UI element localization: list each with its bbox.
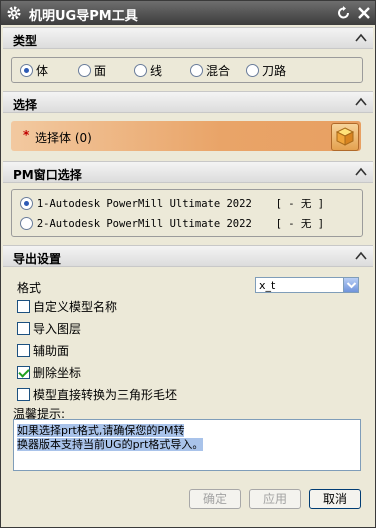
type-section-header[interactable]: 类型 (3, 27, 373, 49)
type-option-face[interactable]: 面 (78, 62, 106, 78)
pm-window-status: [ - 无 ] (275, 198, 325, 210)
window-title: 机明UG导PM工具 (29, 9, 138, 24)
type-radio-group: 体 面 线 混合 刀路 (11, 57, 363, 83)
pm-window-status: [ - 无 ] (275, 218, 325, 230)
pm-window-radio[interactable] (20, 197, 33, 210)
option-label: 辅助面 (33, 344, 70, 358)
radio-face[interactable] (78, 64, 91, 77)
export-section-header[interactable]: 导出设置 (3, 245, 373, 267)
title-bar[interactable]: 机明UG导PM工具 (1, 1, 375, 25)
gear-icon[interactable] (5, 4, 23, 22)
apply-button[interactable]: 应用 (249, 489, 301, 509)
select-object-button[interactable] (331, 123, 359, 151)
export-section-title: 导出设置 (13, 252, 62, 266)
format-label: 格式 (17, 281, 42, 295)
checkbox[interactable] (17, 388, 30, 401)
chevron-up-icon[interactable] (353, 94, 369, 110)
pm-window-name: 1-Autodesk PowerMill Ultimate 2022 (36, 198, 252, 210)
format-select[interactable]: x_t (255, 277, 359, 293)
option-custom-model-name[interactable]: 自定义模型名称 (17, 298, 117, 316)
reset-icon[interactable] (335, 4, 353, 22)
cancel-button[interactable]: 取消 (309, 489, 361, 509)
checkbox[interactable] (17, 322, 30, 335)
option-convert-to-triangle-blank[interactable]: 模型直接转换为三角形毛坯 (17, 386, 177, 404)
required-mark: * (23, 128, 30, 142)
chevron-up-icon[interactable] (353, 248, 369, 264)
format-value: x_t (259, 279, 276, 292)
type-option-label: 面 (94, 64, 107, 78)
chevron-up-icon[interactable] (353, 164, 369, 180)
select-section-header[interactable]: 选择 (3, 91, 373, 113)
cube-icon (332, 127, 358, 153)
type-section-title: 类型 (13, 34, 38, 48)
checkbox[interactable] (17, 300, 30, 313)
radio-body[interactable] (20, 64, 33, 77)
option-label: 导入图层 (33, 322, 82, 336)
option-label: 删除坐标 (33, 366, 82, 380)
pm-window-list: 1-Autodesk PowerMill Ultimate 2022 [ - 无… (11, 189, 363, 237)
hint-line: 换器版本支持当前UG的prt格式导入。 (17, 438, 204, 451)
pm-window-name: 2-Autodesk PowerMill Ultimate 2022 (36, 218, 252, 230)
dialog-window: 机明UG导PM工具 类型 体 面 线 混合 刀路 选择 * 选择体 (0) PM… (0, 0, 376, 528)
radio-toolpath[interactable] (246, 64, 259, 77)
type-option-label: 线 (150, 64, 163, 78)
checkbox[interactable] (17, 344, 30, 357)
option-label: 模型直接转换为三角形毛坯 (33, 388, 178, 402)
option-auxiliary-faces[interactable]: 辅助面 (17, 342, 69, 360)
checkbox[interactable] (17, 366, 30, 379)
select-body-label: 选择体 (0) (35, 131, 92, 145)
pm-window-item[interactable]: 1-Autodesk PowerMill Ultimate 2022 [ - 无… (20, 196, 324, 212)
option-label: 自定义模型名称 (33, 300, 118, 314)
pm-window-radio[interactable] (20, 217, 33, 230)
type-option-body[interactable]: 体 (20, 62, 48, 78)
chevron-up-icon[interactable] (353, 30, 369, 46)
type-option-label: 体 (36, 64, 49, 78)
radio-mixed[interactable] (190, 64, 203, 77)
select-section-title: 选择 (13, 98, 38, 112)
pm-section-header[interactable]: PM窗口选择 (3, 161, 373, 183)
hint-textarea[interactable]: 如果选择prt格式,请确保您的PM转 换器版本支持当前UG的prt格式导入。 (13, 419, 361, 471)
chevron-down-icon[interactable] (343, 278, 358, 292)
select-body-field[interactable]: * 选择体 (0) (11, 121, 361, 151)
pm-section-title: PM窗口选择 (13, 168, 82, 182)
type-option-toolpath[interactable]: 刀路 (246, 62, 286, 78)
hint-line: 如果选择prt格式,请确保您的PM转 (17, 424, 185, 437)
close-icon[interactable] (355, 4, 373, 22)
option-import-layers[interactable]: 导入图层 (17, 320, 81, 338)
type-option-mixed[interactable]: 混合 (190, 62, 230, 78)
ok-button[interactable]: 确定 (189, 489, 241, 509)
type-option-curve[interactable]: 线 (134, 62, 162, 78)
pm-window-item[interactable]: 2-Autodesk PowerMill Ultimate 2022 [ - 无… (20, 216, 324, 232)
type-option-label: 刀路 (262, 64, 287, 78)
option-delete-coordinates[interactable]: 删除坐标 (17, 364, 81, 382)
type-option-label: 混合 (206, 64, 231, 78)
radio-curve[interactable] (134, 64, 147, 77)
